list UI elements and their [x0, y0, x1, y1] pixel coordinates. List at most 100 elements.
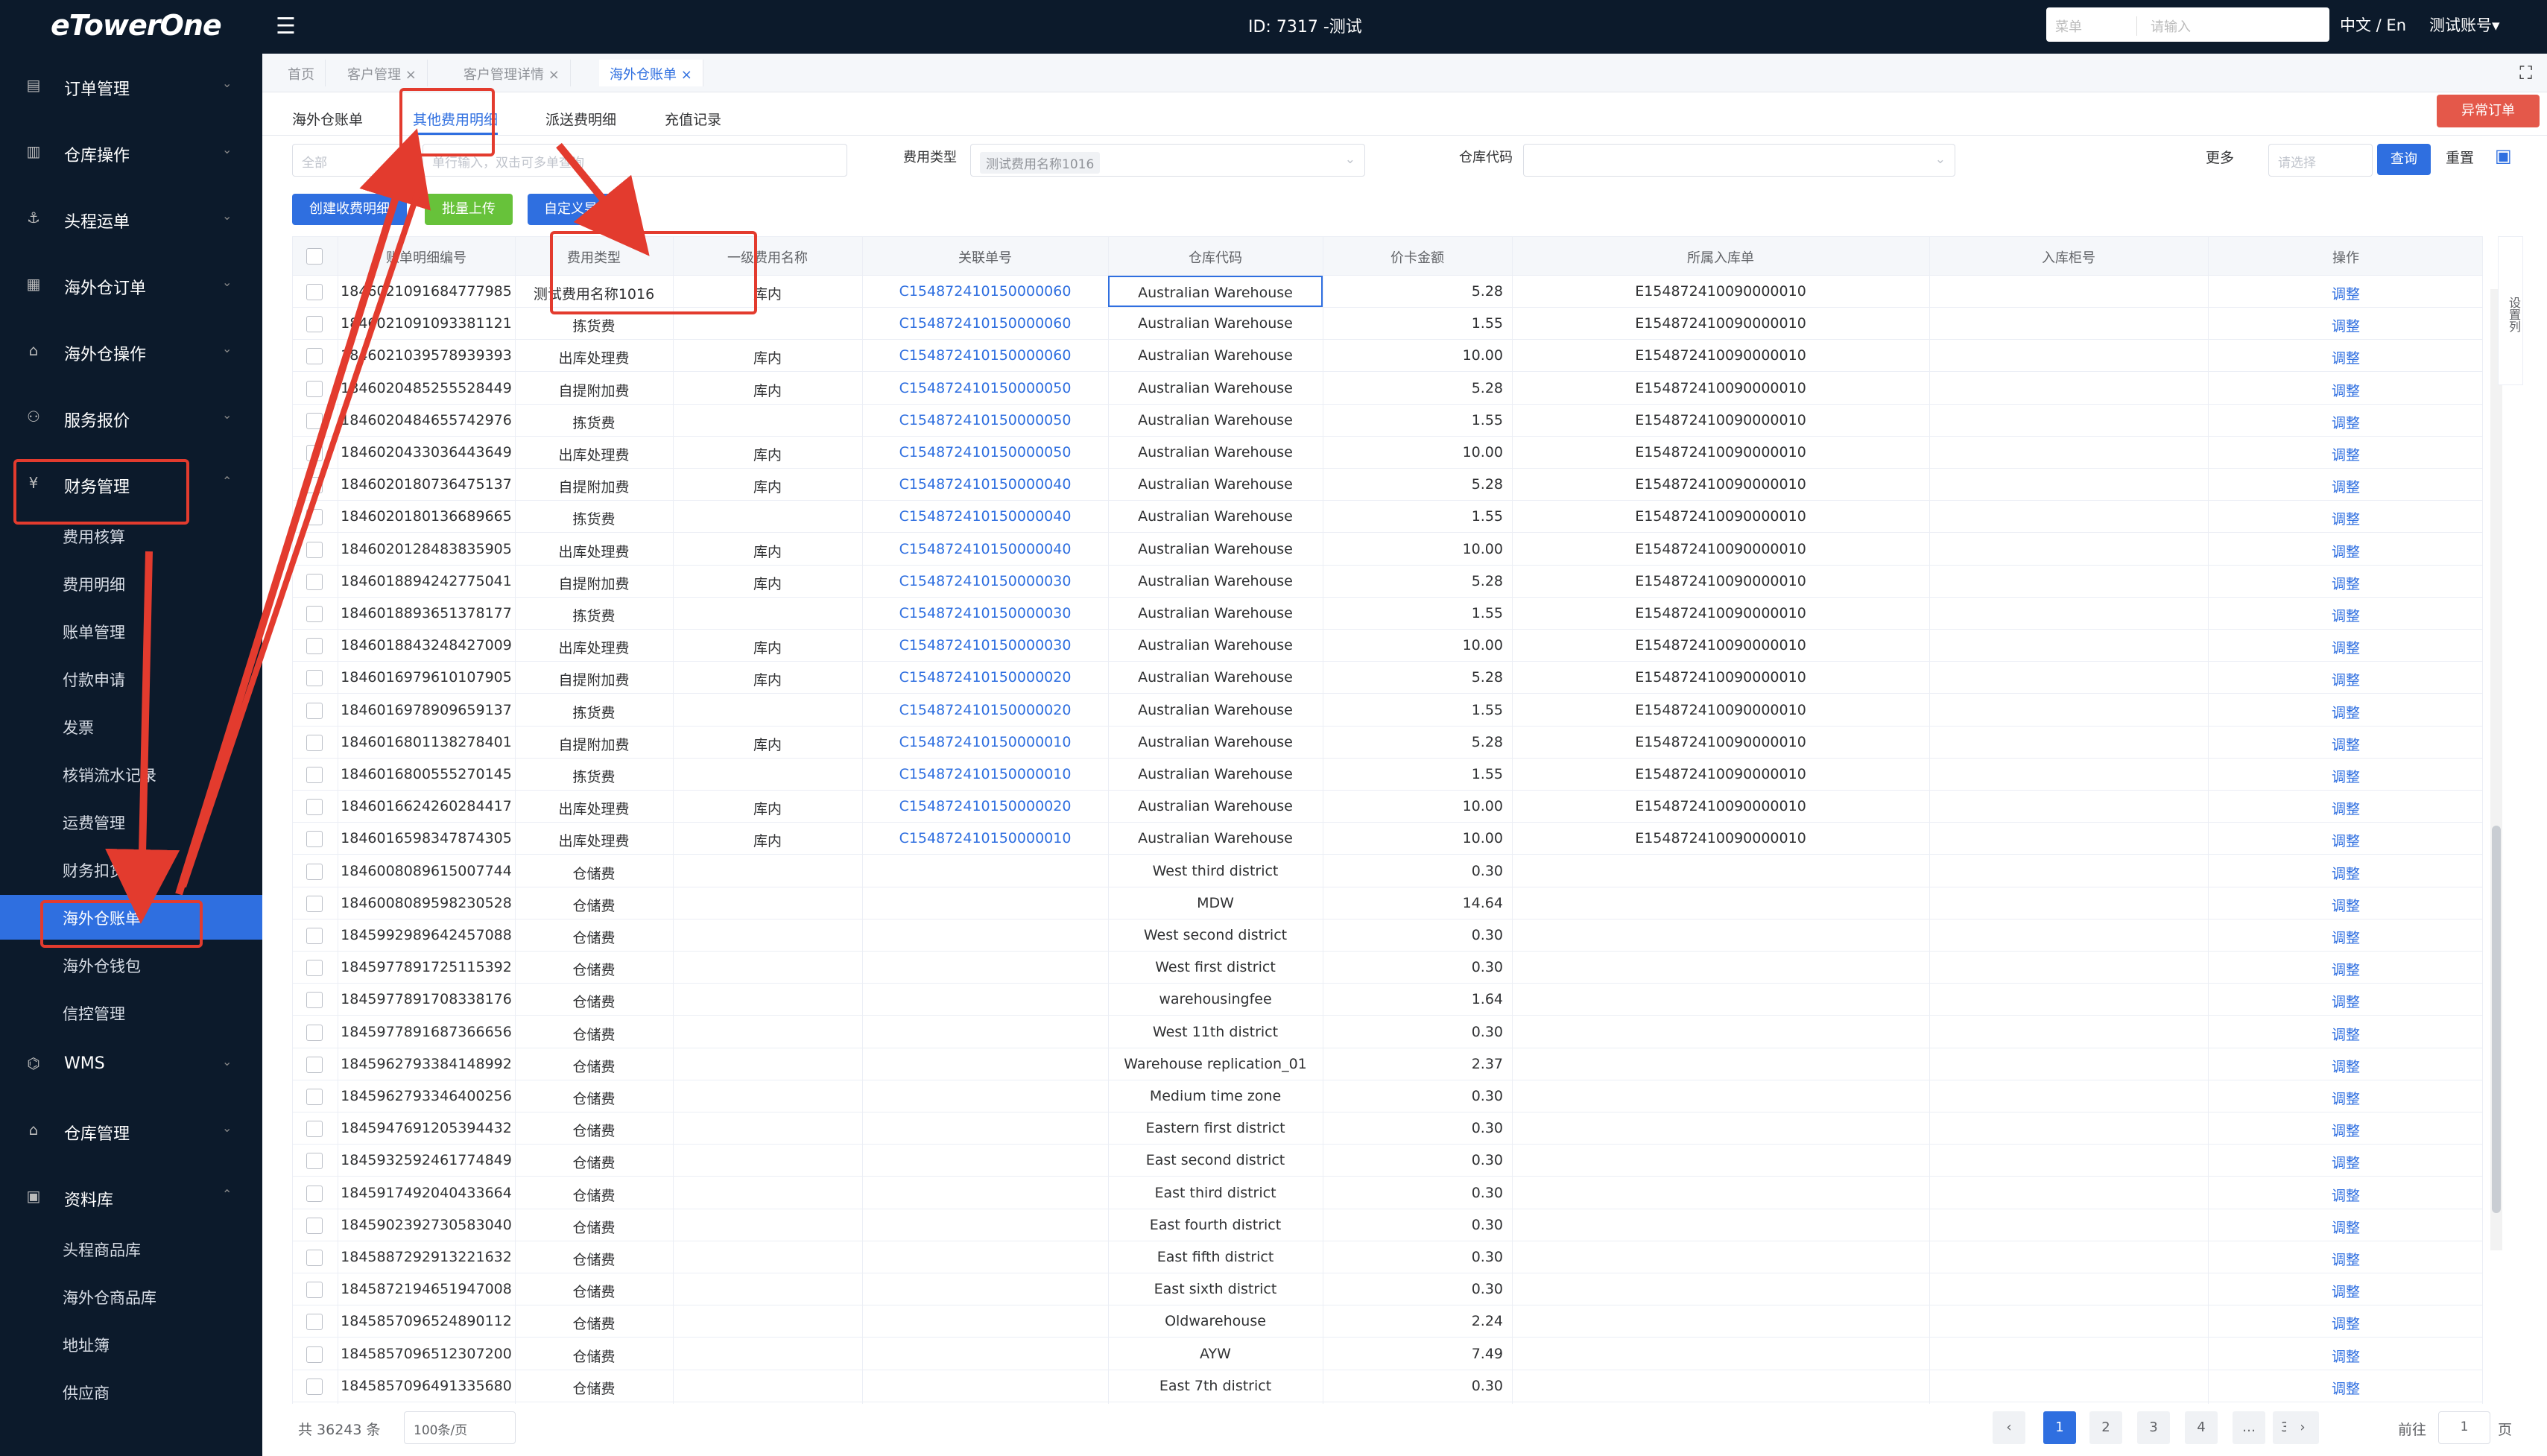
sidebar-group-groups2-0[interactable]: ⌬ WMS ⌄ [0, 1042, 262, 1087]
row-checkbox[interactable] [306, 799, 323, 816]
sidebar-group-groups-0[interactable]: ▤ 订单管理 ⌄ [0, 64, 262, 109]
subtab-overseas-bill[interactable]: 海外仓账单 [292, 109, 363, 129]
adjust-link[interactable]: 调整 [2208, 1281, 2482, 1301]
adjust-link[interactable]: 调整 [2208, 315, 2482, 335]
related-order-link[interactable]: C154872410150000040 [862, 508, 1108, 525]
row-checkbox[interactable] [306, 606, 323, 622]
row-checkbox[interactable] [306, 1217, 323, 1234]
row-checkbox[interactable] [306, 638, 323, 655]
adjust-link[interactable]: 调整 [2208, 1217, 2482, 1237]
page-button[interactable]: 3 [2137, 1411, 2170, 1444]
sidebar-item-library_items-1[interactable]: 海外仓商品库 [0, 1274, 262, 1319]
sidebar-item-finance_items-4[interactable]: 发票 [0, 704, 262, 749]
row-checkbox[interactable] [306, 702, 323, 719]
table-scrollbar[interactable] [2490, 289, 2502, 1250]
page-size-select[interactable]: 100条/页 [404, 1411, 516, 1444]
row-checkbox[interactable] [306, 831, 323, 848]
row-checkbox[interactable] [306, 284, 323, 300]
sidebar-item-finance_items-0[interactable]: 费用核算 [0, 513, 262, 558]
sidebar-item-finance_items-8[interactable]: 海外仓账单 [0, 895, 262, 940]
sidebar-group-groups-1[interactable]: ▥ 仓库操作 ⌄ [0, 130, 262, 175]
sidebar-group-groups-5[interactable]: ⚇ 服务报价 ⌄ [0, 396, 262, 440]
row-checkbox[interactable] [306, 1250, 323, 1266]
select-all-checkbox[interactable] [306, 248, 323, 265]
scope-select[interactable]: 全部 [292, 144, 419, 177]
row-checkbox[interactable] [306, 928, 323, 944]
related-order-link[interactable]: C154872410150000010 [862, 734, 1108, 750]
menu-search-box[interactable]: 菜单 请输入 [2046, 7, 2329, 42]
row-checkbox[interactable] [306, 316, 323, 333]
row-checkbox[interactable] [306, 1282, 323, 1299]
adjust-link[interactable]: 调整 [2208, 991, 2482, 1011]
fee-type-select[interactable]: 测试费用名称1016 ⌄ [970, 144, 1365, 177]
adjust-link[interactable]: 调整 [2208, 283, 2482, 303]
page-button[interactable]: 4 [2185, 1411, 2218, 1444]
row-checkbox[interactable] [306, 573, 323, 590]
row-checkbox[interactable] [306, 767, 323, 783]
related-order-link[interactable]: C154872410150000010 [862, 766, 1108, 782]
row-checkbox[interactable] [306, 541, 323, 558]
prev-page-button[interactable]: ‹ [1993, 1411, 2025, 1444]
related-order-link[interactable]: C154872410150000050 [862, 412, 1108, 428]
sidebar-group-groups2-2[interactable]: ▣ 资料库 ⌃ [0, 1175, 262, 1220]
sidebar-item-finance_items-3[interactable]: 付款申请 [0, 656, 262, 701]
row-checkbox[interactable] [306, 1153, 323, 1170]
related-order-link[interactable]: C154872410150000030 [862, 573, 1108, 589]
related-order-link[interactable]: C154872410150000020 [862, 798, 1108, 814]
language-switch[interactable]: 中文 / En [2340, 13, 2406, 36]
column-settings-button[interactable]: 设置列 [2498, 236, 2523, 385]
column-header[interactable]: 操作 [2208, 247, 2482, 267]
adjust-link[interactable]: 调整 [2208, 1024, 2482, 1044]
adjust-link[interactable]: 调整 [2208, 573, 2482, 593]
adjust-link[interactable]: 调整 [2208, 1152, 2482, 1172]
adjust-link[interactable]: 调整 [2208, 347, 2482, 367]
subtab-delivery-fees[interactable]: 派送费明细 [545, 109, 616, 129]
menu-toggle-icon[interactable]: ☰ [276, 13, 296, 39]
row-checkbox[interactable] [306, 734, 323, 751]
related-order-link[interactable]: C154872410150000030 [862, 605, 1108, 621]
adjust-link[interactable]: 调整 [2208, 605, 2482, 625]
close-icon[interactable]: × [405, 67, 417, 83]
row-checkbox[interactable] [306, 863, 323, 880]
page-button[interactable]: 2 [2089, 1411, 2122, 1444]
sidebar-group-groups-4[interactable]: ⌂ 海外仓操作 ⌄ [0, 329, 262, 374]
related-order-link[interactable]: C154872410150000020 [862, 669, 1108, 686]
sidebar-item-finance_items-7[interactable]: 财务扣货 [0, 847, 262, 892]
sidebar-item-library_items-0[interactable]: 头程商品库 [0, 1226, 262, 1271]
query-button[interactable]: 查询 [2377, 144, 2431, 175]
sidebar-item-finance_items-1[interactable]: 费用明细 [0, 561, 262, 606]
column-header[interactable]: 账单明细编号 [338, 247, 515, 267]
related-order-link[interactable]: C154872410150000060 [862, 283, 1108, 300]
adjust-link[interactable]: 调整 [2208, 637, 2482, 657]
row-checkbox[interactable] [306, 1314, 323, 1331]
fullscreen-icon[interactable]: ⛶ [2519, 63, 2532, 83]
search-input[interactable]: 单行输入，双击可多单查询 [423, 144, 847, 177]
fee-type-chip[interactable]: 测试费用名称1016 [980, 152, 1101, 174]
adjust-link[interactable]: 调整 [2208, 798, 2482, 818]
column-header[interactable]: 所属入库单 [1512, 247, 1929, 267]
adjust-link[interactable]: 调整 [2208, 476, 2482, 496]
warehouse-code-select[interactable]: ⌄ [1523, 144, 1955, 177]
adjust-link[interactable]: 调整 [2208, 766, 2482, 786]
row-checkbox[interactable] [306, 1346, 323, 1363]
tab-customer-detail[interactable]: 客户管理详情 × [453, 60, 571, 86]
adjust-link[interactable]: 调整 [2208, 1120, 2482, 1140]
sidebar-item-finance_items-6[interactable]: 运费管理 [0, 800, 262, 844]
adjust-link[interactable]: 调整 [2208, 1056, 2482, 1076]
column-header[interactable]: 一级费用名称 [673, 247, 862, 267]
reset-button[interactable]: 重置 [2446, 147, 2474, 167]
sidebar-item-library_items-2[interactable]: 地址簿 [0, 1322, 262, 1367]
abnormal-order-button[interactable]: 异常订单 [2437, 95, 2540, 127]
sidebar-group-groups-6[interactable]: ¥ 财务管理 ⌃ [0, 462, 262, 507]
adjust-link[interactable]: 调整 [2208, 412, 2482, 432]
sidebar-item-library_items-3[interactable]: 供应商 [0, 1370, 262, 1414]
tab-overseas-bill[interactable]: 海外仓账单 × [599, 60, 703, 86]
adjust-link[interactable]: 调整 [2208, 380, 2482, 400]
adjust-link[interactable]: 调整 [2208, 734, 2482, 754]
adjust-link[interactable]: 调整 [2208, 1185, 2482, 1205]
related-order-link[interactable]: C154872410150000060 [862, 347, 1108, 364]
next-page-button[interactable]: › [2286, 1411, 2319, 1444]
row-checkbox[interactable] [306, 1378, 323, 1395]
menu-search-input[interactable]: 请输入 [2151, 16, 2191, 36]
sidebar-group-groups-2[interactable]: ⚓ 头程运单 ⌄ [0, 197, 262, 241]
